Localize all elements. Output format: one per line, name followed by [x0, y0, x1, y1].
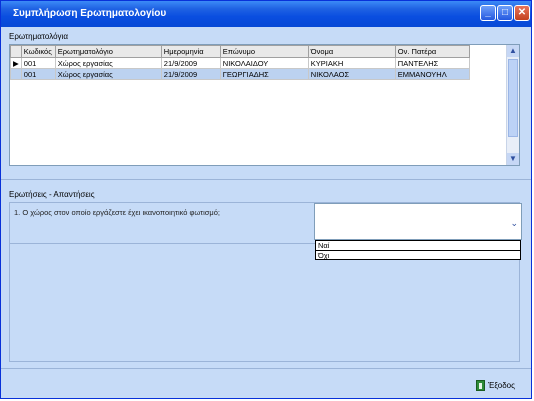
column-header-surname[interactable]: Επώνυμο	[219, 45, 309, 58]
cell-code[interactable]: 001	[20, 57, 56, 69]
cell-questionnaire[interactable]: Χώρος εργασίας	[54, 68, 162, 80]
cell-date[interactable]: 21/9/2009	[160, 57, 221, 69]
cell-name[interactable]: ΚΥΡΙΑΚΗ	[307, 57, 396, 69]
section-divider	[1, 179, 531, 180]
maximize-button[interactable]: □	[497, 5, 513, 21]
cell-surname[interactable]: ΓΕΩΡΓΙΑΔΗΣ	[219, 68, 309, 80]
questionnaire-window: Συμπλήρωση Ερωτηματολογίου _ □ ✕ Ερωτημα…	[0, 0, 532, 399]
questionnaires-grid[interactable]: Κωδικός Ερωτηματολόγιο Ημερομηνία Επώνυμ…	[9, 44, 520, 166]
column-header-questionnaire[interactable]: Ερωτηματολόγιο	[54, 45, 162, 58]
row-indicator	[10, 68, 22, 80]
qa-panel: 1. Ο χώρος στον οποίο εργάζεστε έχει ικα…	[9, 202, 522, 362]
answer-option-no[interactable]: Όχι	[316, 250, 520, 260]
column-header-date[interactable]: Ημερομηνία	[160, 45, 221, 58]
minimize-button[interactable]: _	[480, 5, 496, 21]
answer-dropdown-list[interactable]: Ναί Όχι	[315, 240, 521, 260]
current-row-marker-icon: ▶	[10, 57, 22, 69]
scroll-down-icon[interactable]: ▼	[507, 153, 519, 165]
question-text: 1. Ο χώρος στον οποίο εργάζεστε έχει ικα…	[14, 208, 220, 217]
column-header-code[interactable]: Κωδικός	[20, 45, 56, 58]
window-title: Συμπλήρωση Ερωτηματολογίου	[13, 8, 167, 19]
questionnaires-label: Ερωτηματολόγια	[9, 32, 68, 41]
cell-date[interactable]: 21/9/2009	[160, 68, 221, 80]
qa-label: Ερωτήσεις - Απαντήσεις	[9, 190, 95, 199]
footer-divider	[1, 368, 531, 369]
scroll-up-icon[interactable]: ▲	[507, 45, 519, 57]
close-button[interactable]: ✕	[514, 5, 530, 21]
cell-surname[interactable]: ΝΙΚΟΛΑΙΔΟΥ	[219, 57, 309, 69]
exit-door-icon	[476, 380, 486, 391]
cell-code[interactable]: 001	[20, 68, 56, 80]
answer-select[interactable]: ⌄	[314, 203, 522, 240]
cell-questionnaire[interactable]: Χώρος εργασίας	[54, 57, 162, 69]
table-row[interactable]: ▶ 001 Χώρος εργασίας 21/9/2009 ΝΙΚΟΛΑΙΔΟ…	[10, 57, 470, 69]
column-header-name[interactable]: Όνομα	[307, 45, 396, 58]
column-header-father-name[interactable]: Ον. Πατέρα	[394, 45, 470, 58]
exit-button[interactable]: Έξοδος	[476, 380, 515, 391]
scroll-thumb[interactable]	[508, 59, 518, 137]
row-indicator-header	[10, 45, 22, 58]
cell-name[interactable]: ΝΙΚΟΛΑΟΣ	[307, 68, 396, 80]
cell-father-name[interactable]: ΕΜΜΑΝΟΥΗΛ	[394, 68, 470, 80]
table-header: Κωδικός Ερωτηματολόγιο Ημερομηνία Επώνυμ…	[10, 45, 470, 58]
grid-vertical-scrollbar[interactable]: ▲ ▼	[506, 45, 519, 165]
title-bar[interactable]: Συμπλήρωση Ερωτηματολογίου _ □ ✕	[1, 1, 531, 27]
cell-father-name[interactable]: ΠΑΝΤΕΛΗΣ	[394, 57, 470, 69]
table-row[interactable]: 001 Χώρος εργασίας 21/9/2009 ΓΕΩΡΓΙΑΔΗΣ …	[10, 68, 470, 80]
chevron-down-icon[interactable]: ⌄	[510, 218, 518, 229]
exit-label: Έξοδος	[488, 381, 515, 390]
questionnaires-table: Κωδικός Ερωτηματολόγιο Ημερομηνία Επώνυμ…	[10, 45, 470, 80]
answer-option-yes[interactable]: Ναί	[316, 241, 520, 250]
